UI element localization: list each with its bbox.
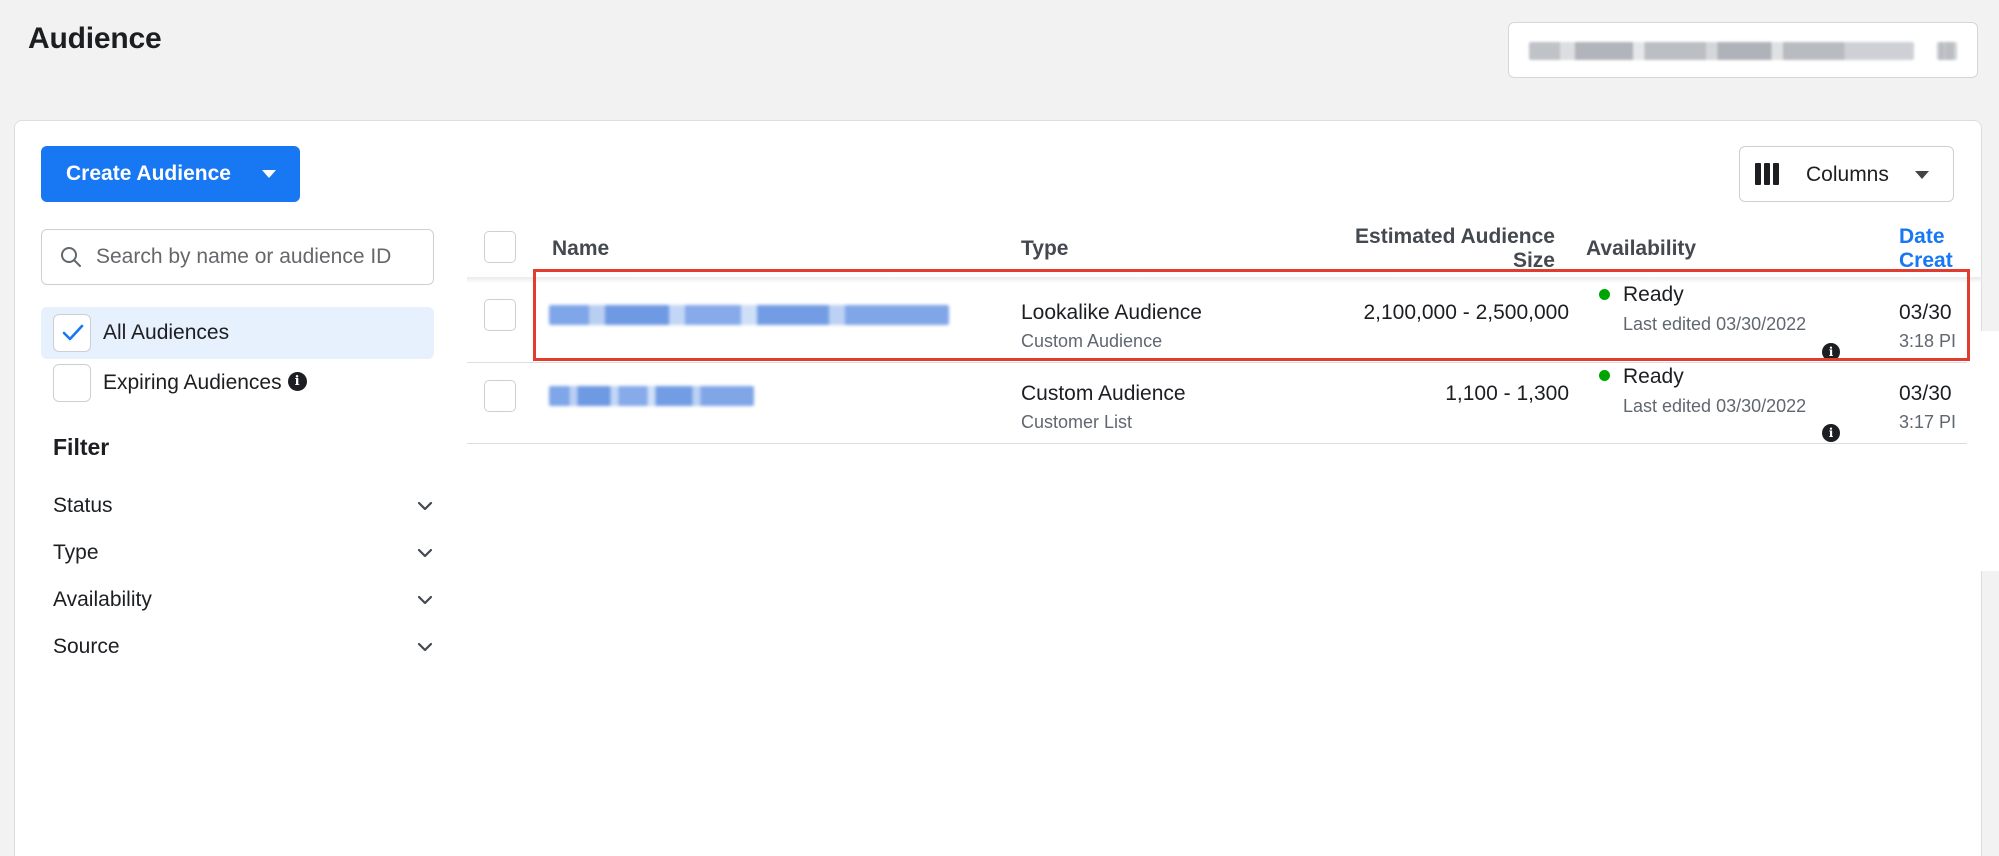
table-right-clip: [1969, 331, 1999, 571]
chevron-down-icon: [417, 642, 433, 652]
expiring-audiences-label: Expiring Audiences: [103, 371, 282, 394]
filter-status-label: Status: [53, 494, 113, 517]
row-checkbox[interactable]: [484, 380, 516, 412]
caret-down-icon: [262, 170, 276, 178]
checkmark-icon: [62, 324, 84, 341]
audience-card: Create Audience Columns All Audiences Ex…: [14, 120, 1999, 856]
create-audience-button[interactable]: Create Audience: [41, 146, 300, 202]
filter-availability[interactable]: Availability: [53, 582, 433, 618]
ready-status-dot: [1599, 370, 1610, 381]
create-audience-label: Create Audience: [66, 162, 231, 185]
availability-status: Ready: [1623, 365, 1684, 388]
row-divider: [467, 443, 1967, 444]
column-header-size-line1: Estimated Audience: [1355, 225, 1555, 248]
all-audiences-label: All Audiences: [103, 321, 230, 344]
column-header-date-line1: Date: [1899, 225, 1945, 248]
date-created: 03/30: [1899, 382, 1952, 405]
columns-button[interactable]: Columns: [1739, 146, 1954, 202]
account-name-redacted: [1529, 42, 1914, 60]
row-checkbox[interactable]: [484, 299, 516, 331]
column-header-availability[interactable]: Availability: [1586, 237, 1696, 261]
last-edited: Last edited 03/30/2022: [1623, 396, 1807, 416]
columns-label: Columns: [1806, 163, 1889, 186]
chevron-down-icon: [417, 548, 433, 558]
highlight-annotation-box: [533, 269, 1970, 361]
columns-icon: [1755, 163, 1779, 185]
chevron-down-icon: [417, 595, 433, 605]
search-input[interactable]: [96, 238, 426, 276]
search-box[interactable]: [41, 229, 434, 285]
account-id-redacted: [1937, 42, 1957, 60]
time-created: 3:17 PI: [1899, 412, 1957, 432]
column-header-type[interactable]: Type: [1021, 237, 1068, 261]
page-title: Audience: [28, 22, 162, 55]
chevron-down-icon: [417, 501, 433, 511]
expiring-audiences-item[interactable]: Expiring Audiences i: [41, 357, 434, 409]
filter-source[interactable]: Source: [53, 629, 433, 665]
filter-title: Filter: [53, 434, 110, 460]
filter-status[interactable]: Status: [53, 488, 433, 524]
expiring-audiences-checkbox[interactable]: [53, 364, 91, 402]
filter-source-label: Source: [53, 635, 120, 658]
column-header-date-created[interactable]: Date Creat: [1899, 225, 1953, 273]
caret-down-icon: [1915, 171, 1929, 179]
all-audiences-checkbox[interactable]: [53, 314, 91, 352]
column-header-size[interactable]: Estimated Audience Size: [1235, 225, 1555, 273]
audience-size: 1,100 - 1,300: [1445, 382, 1569, 405]
info-icon[interactable]: i: [1822, 424, 1840, 442]
filter-type-label: Type: [53, 541, 99, 564]
filter-type[interactable]: Type: [53, 535, 433, 571]
filter-availability-label: Availability: [53, 588, 152, 611]
search-icon: [61, 247, 81, 267]
audience-subtype: Customer List: [1021, 412, 1133, 432]
all-audiences-item[interactable]: All Audiences: [41, 307, 434, 359]
select-all-checkbox[interactable]: [484, 231, 516, 263]
info-icon[interactable]: i: [287, 371, 307, 391]
audience-name-link[interactable]: [549, 386, 754, 406]
audience-type: Custom Audience: [1021, 382, 1186, 405]
account-selector[interactable]: [1508, 22, 1978, 78]
row-divider: [467, 362, 1967, 363]
column-header-name[interactable]: Name: [552, 237, 609, 261]
